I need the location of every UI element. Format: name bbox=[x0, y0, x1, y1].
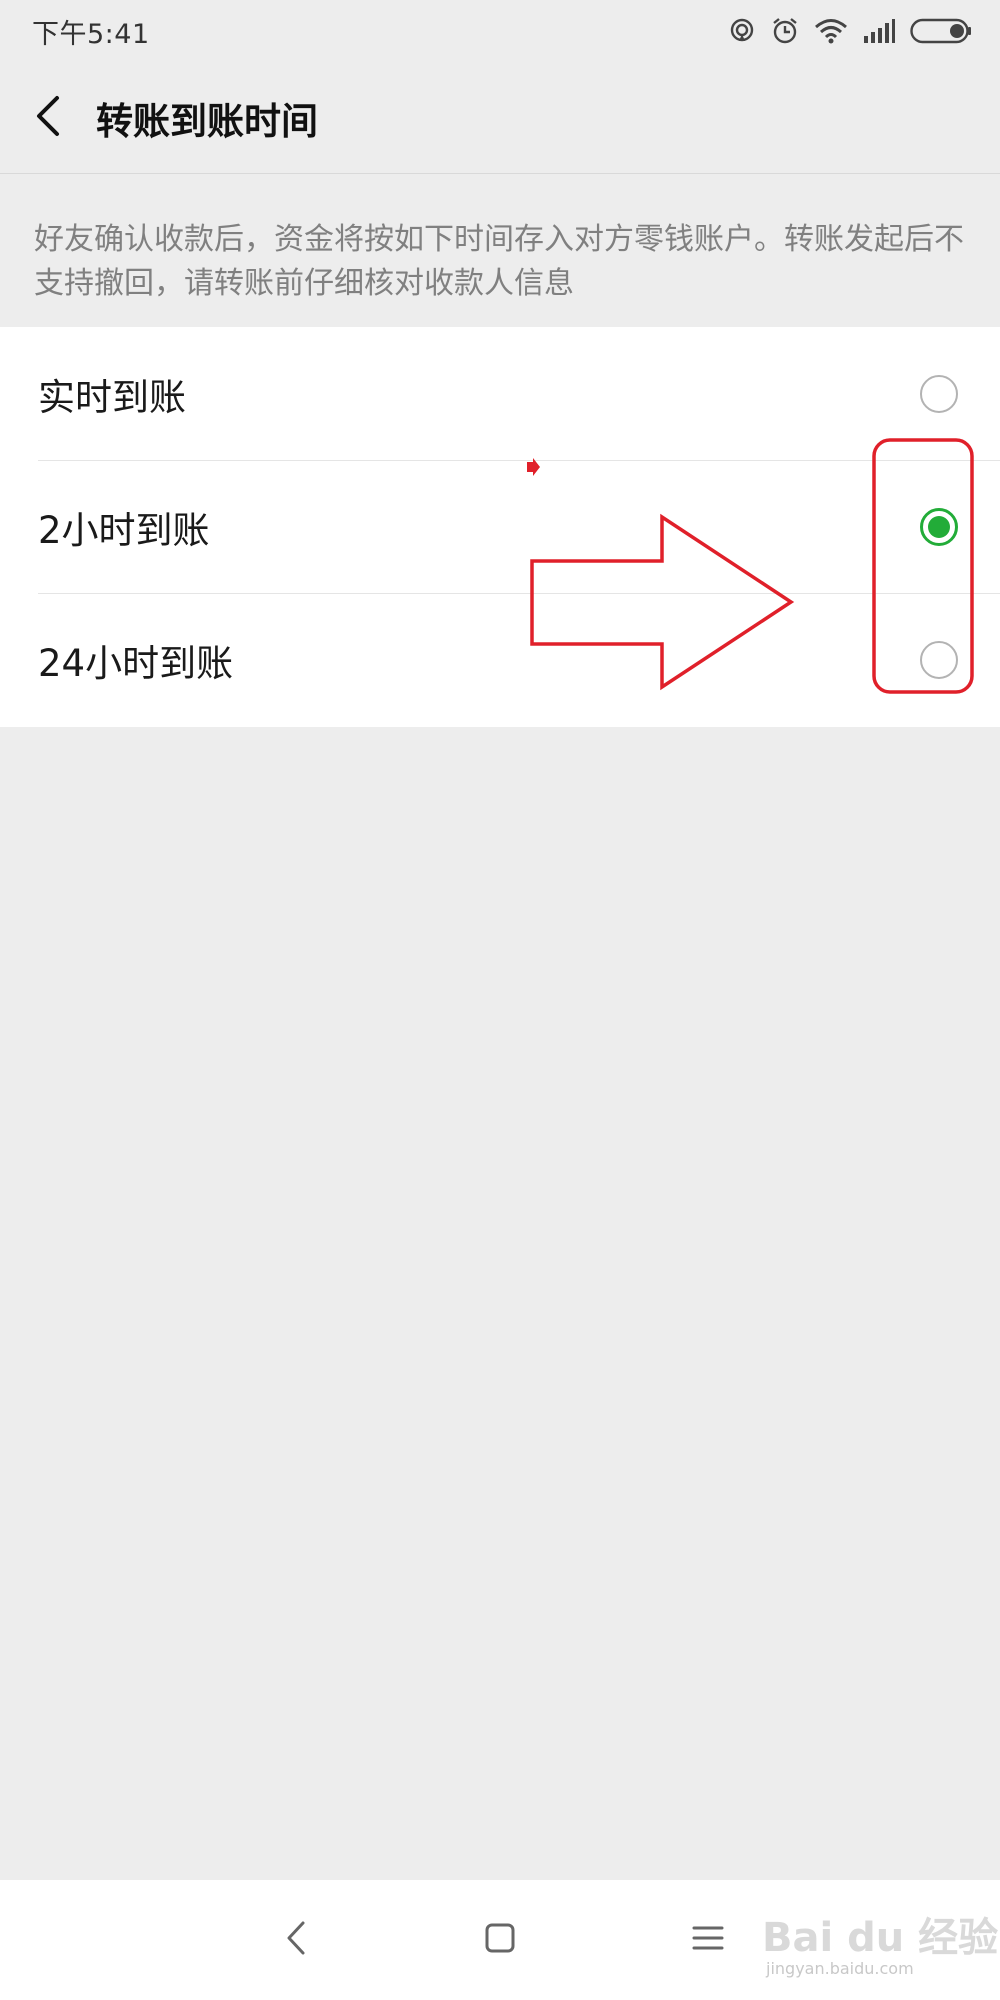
watermark-subtext: jingyan.baidu.com bbox=[766, 1959, 914, 1978]
system-back-button[interactable] bbox=[266, 1910, 326, 1970]
hotspot-icon bbox=[728, 17, 756, 45]
option-label: 实时到账 bbox=[38, 375, 186, 419]
chevron-left-icon bbox=[33, 94, 63, 142]
option-24-hours[interactable]: 24小时到账 bbox=[0, 593, 1000, 726]
radio-button-selected[interactable] bbox=[920, 507, 958, 546]
option-label: 24小时到账 bbox=[38, 641, 234, 685]
radio-button[interactable] bbox=[920, 374, 958, 413]
signal-icon bbox=[862, 18, 896, 44]
alarm-icon bbox=[770, 16, 800, 46]
status-icons bbox=[728, 16, 972, 46]
watermark-text: Bai du 经验 bbox=[762, 1915, 999, 1961]
description-text: 好友确认收款后，资金将按如下时间存入对方零钱账户。转账发起后不支持撤回，请转账前… bbox=[34, 222, 964, 301]
baidu-watermark: Bai du 经验 jingyan.baidu.com bbox=[762, 1875, 1000, 1985]
option-2-hours[interactable]: 2小时到账 bbox=[0, 460, 1000, 593]
wifi-icon bbox=[814, 17, 848, 45]
menu-lines-icon bbox=[692, 1924, 724, 1956]
status-time: 下午5:41 bbox=[32, 18, 150, 50]
option-realtime[interactable]: 实时到账 bbox=[0, 327, 1000, 460]
screen: 下午5:41 转账到账时间 好友确认收款后，资金将按如下时间存入对方零钱账户。转… bbox=[0, 0, 1000, 2000]
battery-icon bbox=[910, 18, 972, 44]
nav-bar: 转账到账时间 bbox=[0, 62, 1000, 174]
home-square-icon bbox=[484, 1922, 516, 1958]
back-button[interactable] bbox=[0, 62, 96, 174]
option-label: 2小时到账 bbox=[38, 508, 210, 552]
radio-dot bbox=[928, 515, 950, 538]
radio-button[interactable] bbox=[920, 640, 958, 679]
arrival-time-options: 实时到账 2小时到账 24小时到账 bbox=[0, 327, 1000, 727]
status-bar: 下午5:41 bbox=[0, 0, 1000, 62]
back-triangle-icon bbox=[284, 1920, 308, 1960]
system-home-button[interactable] bbox=[470, 1910, 530, 1970]
page-title: 转账到账时间 bbox=[96, 99, 318, 143]
system-menu-button[interactable] bbox=[678, 1910, 738, 1970]
